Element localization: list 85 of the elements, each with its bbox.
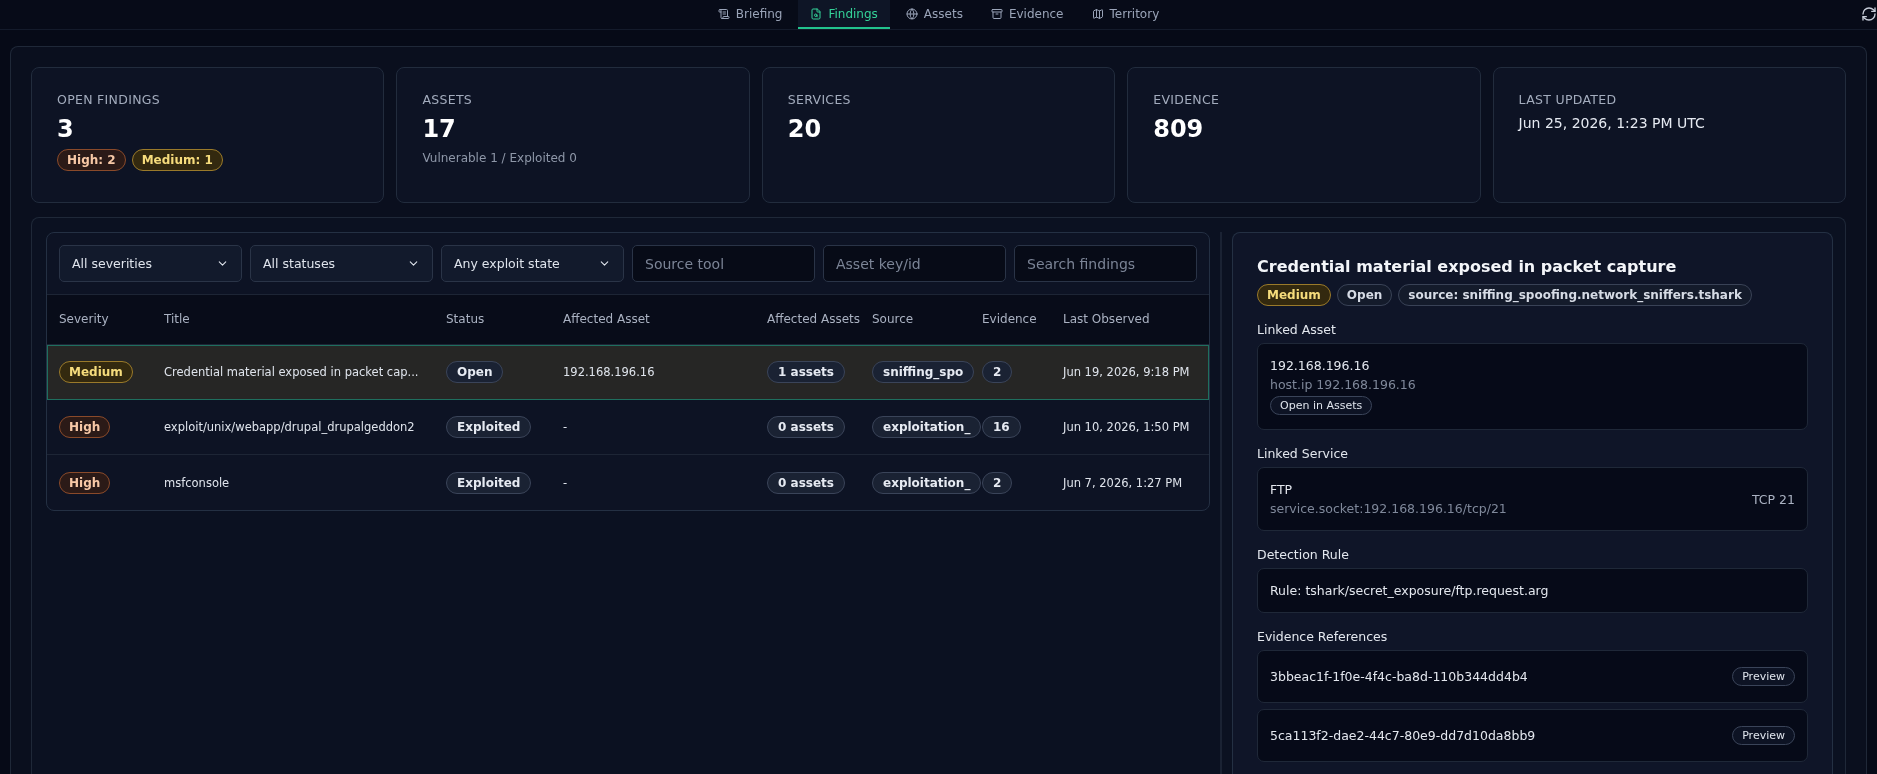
date-cell-text: Jun 10, 2026, 1:50 PM xyxy=(1063,420,1191,434)
scroll-icon xyxy=(717,7,730,20)
filter-dropdown[interactable]: Any exploit state xyxy=(441,245,624,282)
open-in-assets-button[interactable]: Open in Assets xyxy=(1270,396,1373,415)
stat-value: Jun 25, 2026, 1:23 PM UTC xyxy=(1518,115,1706,131)
detail-title: Credential material exposed in packet capture xyxy=(1257,257,1678,276)
nav-tab[interactable]: Briefing xyxy=(705,0,795,29)
status-badge: Exploited xyxy=(446,471,532,494)
evidence-count-badge: 16 xyxy=(982,416,1021,438)
source-badge: exploitation_ xyxy=(872,471,982,494)
status-badge: Exploited xyxy=(446,416,532,438)
stat-value: 3 xyxy=(57,115,75,143)
asset-cell-text: - xyxy=(563,420,569,434)
globe-icon xyxy=(905,7,918,20)
service-detail: service.socket:192.168.196.16/tcp/21 xyxy=(1270,501,1507,516)
severity-badge: Medium xyxy=(59,361,133,383)
finding-row[interactable]: Medium Credential material exposed in packet cap... Open 192.168.196.16 1 assets sniffing_spo 2 Jun 19, 2026, 9:18 PM xyxy=(47,345,1209,400)
stat-label: ASSETS xyxy=(422,92,474,107)
rule-text: Rule: tshark/secret_exposure/ftp.request.arg xyxy=(1270,583,1549,598)
asset-cell-text: - xyxy=(563,475,569,490)
refresh-icon xyxy=(1861,6,1877,22)
column-header: Evidence xyxy=(982,311,1038,328)
column-header: Last Observed xyxy=(1063,311,1151,328)
nav-tab[interactable]: Evidence xyxy=(978,0,1076,29)
detail-badge: source: sniffing_spoofing.network_sniffers.tshark xyxy=(1398,284,1752,306)
preview-button[interactable]: Preview xyxy=(1732,726,1795,745)
file-search-icon xyxy=(810,7,823,20)
evidence-count-badge: 2 xyxy=(982,361,1013,383)
stat-label: LAST UPDATED xyxy=(1518,92,1618,107)
stat-label: OPEN FINDINGS xyxy=(57,92,161,107)
service-port: TCP 21 xyxy=(1751,491,1795,507)
asset-name: 192.168.196.16 xyxy=(1270,358,1370,373)
filter-input[interactable]: Asset key/id xyxy=(823,245,1006,282)
map-icon xyxy=(1091,7,1104,20)
column-header: Severity xyxy=(59,311,110,328)
finding-row[interactable]: High msfconsole Exploited - 0 assets exploitation_ 2 Jun 7, 2026, 1:27 PM xyxy=(47,455,1209,510)
asset-cell-text: 192.168.196.16 xyxy=(563,365,656,379)
preview-button[interactable]: Preview xyxy=(1732,667,1795,686)
filter-input[interactable]: Search findings xyxy=(1014,245,1197,282)
severity-count-badge: Medium: 1 xyxy=(131,149,223,171)
stat-value: 17 xyxy=(422,115,457,143)
status-badge: Open xyxy=(446,361,504,383)
title-cell-text: msfconsole xyxy=(164,475,231,490)
column-header: Status xyxy=(446,311,486,328)
stat-label: SERVICES xyxy=(787,92,852,107)
detail-badge: Open xyxy=(1336,284,1393,306)
filter-dropdown[interactable]: All severities xyxy=(59,245,242,282)
asset-count-badge: 0 assets xyxy=(767,416,845,438)
filter-input[interactable]: Source tool xyxy=(632,245,815,282)
service-name: FTP xyxy=(1270,482,1293,497)
nav-tab[interactable]: Findings xyxy=(798,0,890,29)
detail-badge: Medium xyxy=(1257,284,1331,306)
date-cell-text: Jun 19, 2026, 9:18 PM xyxy=(1063,365,1191,379)
stat-value: 20 xyxy=(787,115,823,143)
evidence-id: 5ca113f2-dae2-44c7-80e9-dd7d10da8bb9 xyxy=(1270,728,1536,743)
evidence-count-badge: 2 xyxy=(982,471,1013,494)
column-header: Affected Asset xyxy=(563,311,651,328)
finding-row[interactable]: High exploit/unix/webapp/drupal_drupalgeddon2 Exploited - 0 assets exploitation_ 16 Jun 10, 2026, 1:50 PM xyxy=(47,400,1209,455)
asset-count-badge: 1 assets xyxy=(767,361,845,383)
asset-detail: host.ip 192.168.196.16 xyxy=(1270,377,1416,392)
nav-tab[interactable]: Territory xyxy=(1079,0,1172,29)
section-heading: Linked Asset xyxy=(1257,322,1337,337)
severity-badge: High xyxy=(59,416,111,438)
title-cell-text: exploit/unix/webapp/drupal_drupalgeddon2 xyxy=(164,420,416,434)
column-header: Title xyxy=(164,311,191,328)
column-header: Affected Assets xyxy=(767,311,862,328)
refresh-button[interactable] xyxy=(1861,6,1877,22)
asset-count-badge: 0 assets xyxy=(767,471,845,494)
section-heading: Evidence References xyxy=(1257,629,1389,644)
evidence-id: 3bbeac1f-1f0e-4f4c-ba8d-110b344dd4b4 xyxy=(1270,669,1528,684)
section-heading: Detection Rule xyxy=(1257,547,1350,562)
stat-note: Vulnerable 1 / Exploited 0 xyxy=(422,151,578,165)
stat-label: EVIDENCE xyxy=(1153,92,1221,107)
section-heading: Linked Service xyxy=(1257,446,1349,461)
archive-icon xyxy=(990,7,1003,20)
severity-count-badge: High: 2 xyxy=(57,149,126,171)
title-cell-text: Credential material exposed in packet cap... xyxy=(164,365,420,379)
column-header: Source xyxy=(872,311,915,328)
filter-dropdown[interactable]: All statuses xyxy=(250,245,433,282)
nav-tab[interactable]: Assets xyxy=(893,0,975,29)
severity-badge: High xyxy=(59,471,111,494)
date-cell-text: Jun 7, 2026, 1:27 PM xyxy=(1063,475,1184,490)
source-badge: exploitation_ xyxy=(872,416,982,438)
stat-value: 809 xyxy=(1153,115,1205,143)
source-badge: sniffing_spo xyxy=(872,361,975,383)
